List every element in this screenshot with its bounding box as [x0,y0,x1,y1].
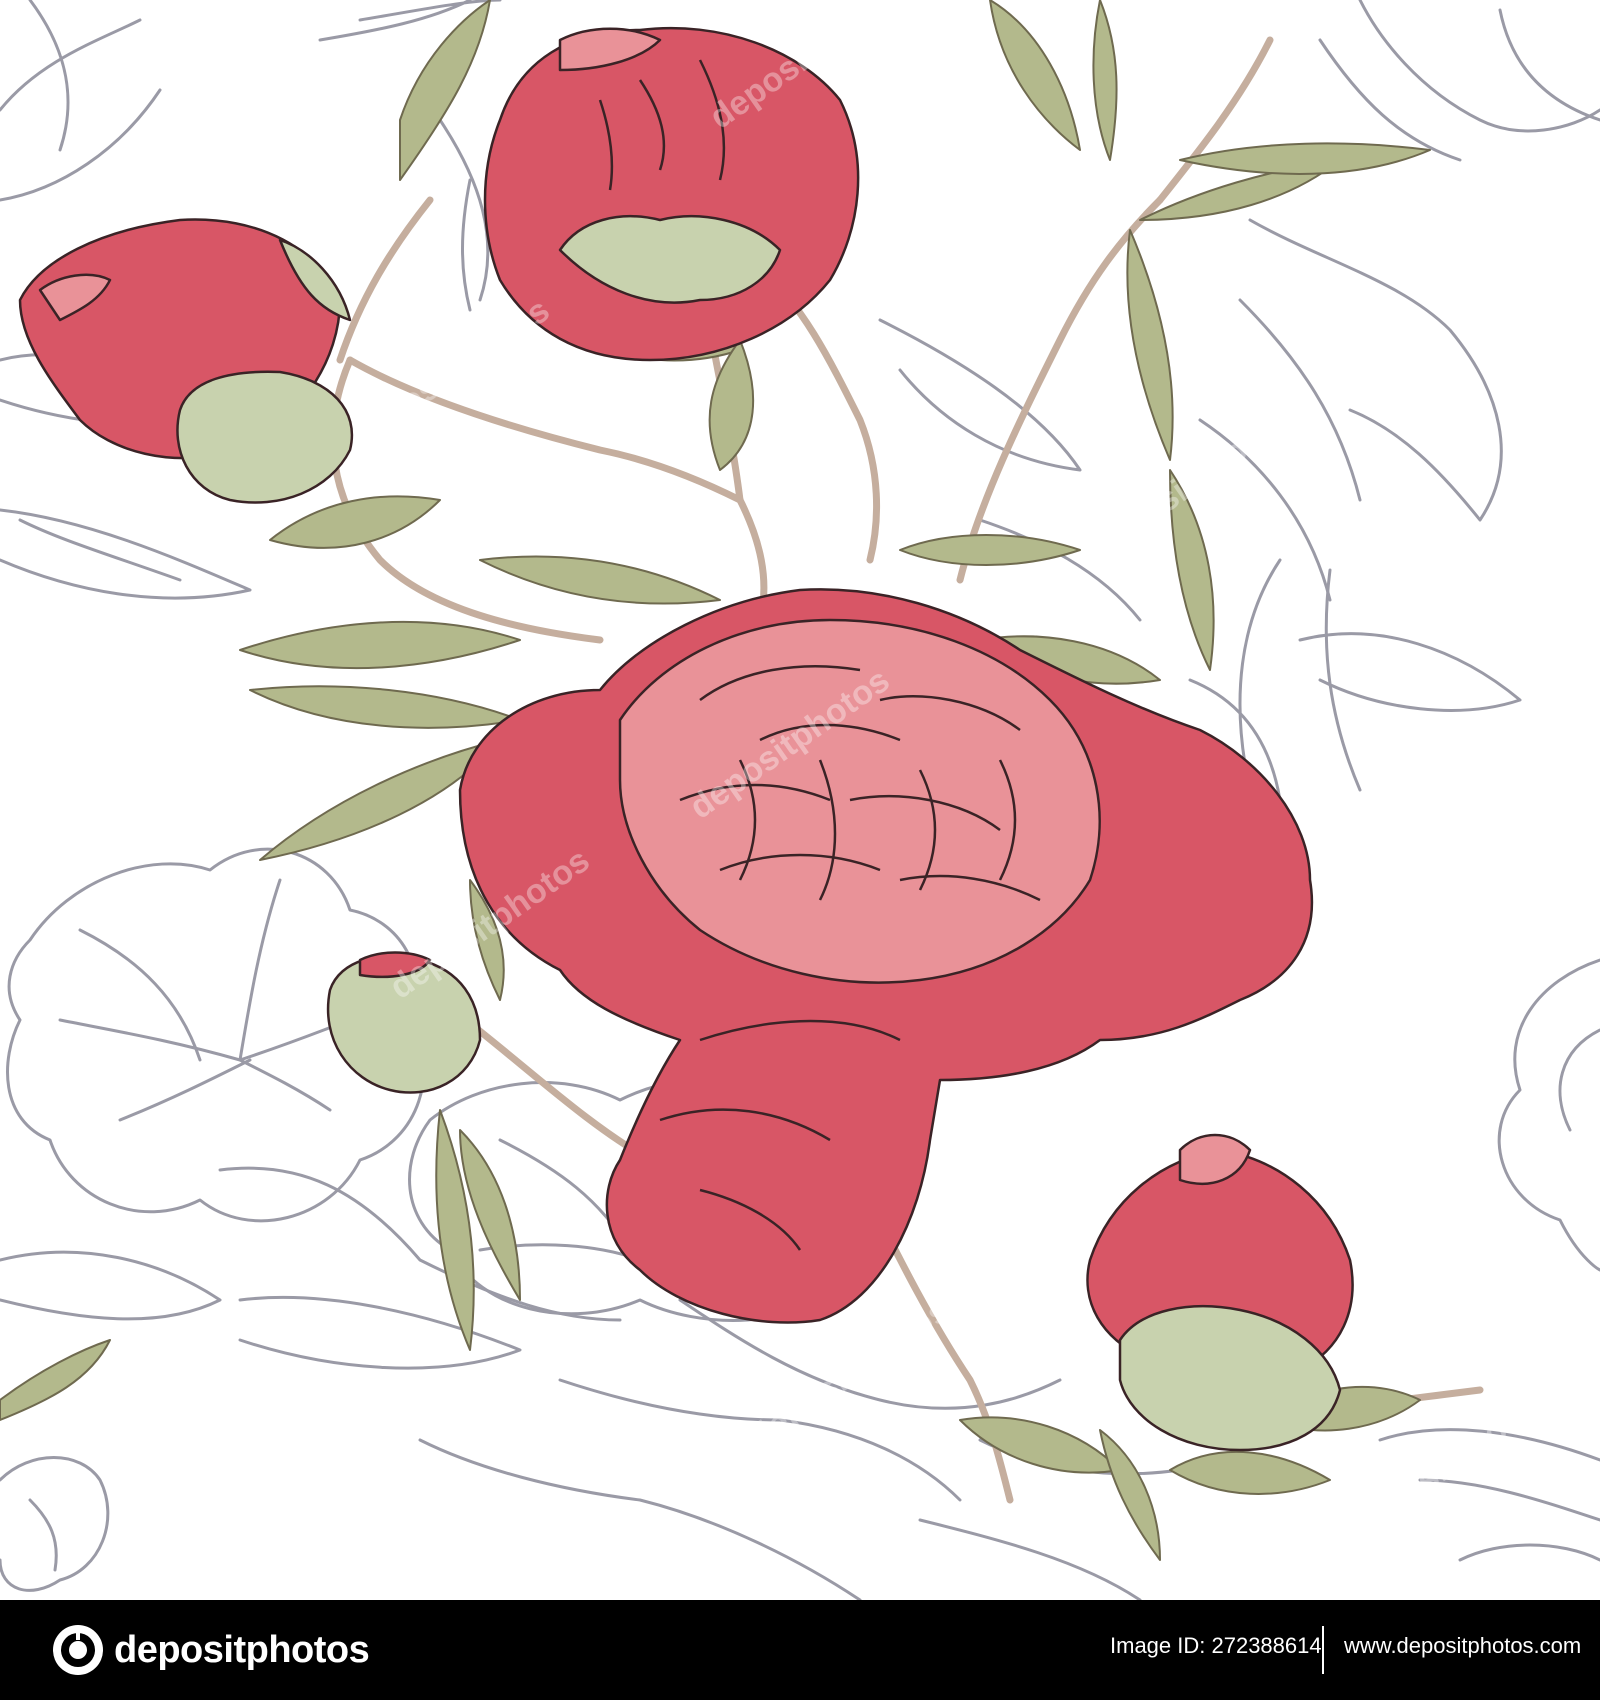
image-id-label: Image ID: 272388614 [1110,1633,1322,1658]
peony-pattern-artwork: depositphotos depositphotos depositphoto… [0,0,1600,1600]
depositphotos-logo-icon [53,1625,103,1675]
footer-divider [1322,1626,1324,1674]
stock-image-preview: depositphotos depositphotos depositphoto… [0,0,1600,1700]
stock-footer-bar: depositphotos Image ID: 272388614 www.de… [0,1600,1600,1700]
brand-logo[interactable]: depositphotos [52,1624,370,1676]
brand-name: depositphotos [114,1628,370,1671]
site-url-link[interactable]: www.depositphotos.com [1344,1633,1581,1659]
